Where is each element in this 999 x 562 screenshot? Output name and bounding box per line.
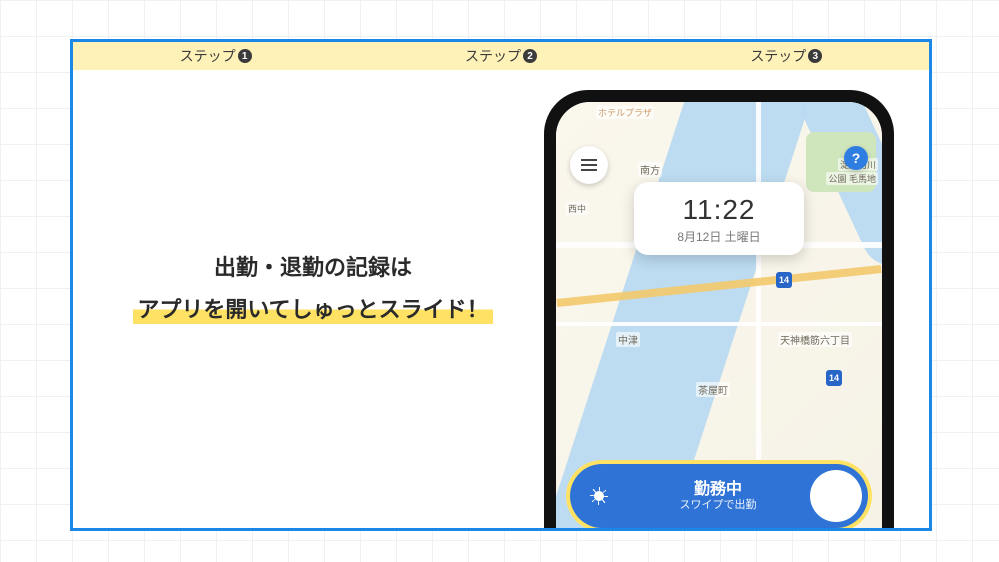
step-2-label: ステップ bbox=[465, 46, 521, 66]
phone-mockup: ホテルプラザ 南方 中津 茶屋町 天神橋筋六丁目 淀川河川 公園 毛馬地 大阪駅… bbox=[544, 90, 894, 531]
clock-in-slider[interactable]: 勤務中 スワイプで出勤 bbox=[570, 464, 868, 528]
step-bar: ステップ 1 ステップ 2 ステップ 3 bbox=[73, 42, 929, 70]
tutorial-frame: ステップ 1 ステップ 2 ステップ 3 出勤・退勤の記録は アプリを開いてしゅ… bbox=[70, 39, 932, 531]
help-button[interactable]: ? bbox=[844, 146, 868, 170]
clock-card: 11:22 8月12日 土曜日 bbox=[634, 182, 804, 255]
phone-screen: ホテルプラザ 南方 中津 茶屋町 天神橋筋六丁目 淀川河川 公園 毛馬地 大阪駅… bbox=[556, 102, 882, 531]
slider-subtitle: スワイプで出勤 bbox=[626, 499, 810, 512]
map-label-south: 南方 bbox=[638, 162, 662, 177]
map-label-hotel: ホテルプラザ bbox=[596, 106, 654, 119]
step-2-number: 2 bbox=[523, 49, 537, 63]
map-label-chayamachi: 茶屋町 bbox=[696, 382, 730, 397]
map-label-tenjin: 天神橋筋六丁目 bbox=[778, 332, 852, 347]
copy-line-2-highlighted: アプリを開いてしゅっとスライド！ bbox=[133, 292, 492, 324]
map-label-nishinaka: 西中 bbox=[566, 202, 588, 215]
sun-icon bbox=[590, 487, 608, 505]
step-3-number: 3 bbox=[808, 49, 822, 63]
clock-date: 8月12日 土曜日 bbox=[644, 228, 794, 245]
step-3-label: ステップ bbox=[750, 46, 806, 66]
map-label-park: 公園 毛馬地 bbox=[826, 172, 878, 185]
route-badge-14: 14 bbox=[826, 370, 842, 386]
content-area: 出勤・退勤の記録は アプリを開いてしゅっとスライド！ ホテルプラザ 南方 中津 … bbox=[73, 70, 929, 528]
map-label-nakatsu: 中津 bbox=[616, 332, 640, 347]
slider-knob[interactable] bbox=[810, 470, 862, 522]
step-1-number: 1 bbox=[238, 49, 252, 63]
copy-line-1: 出勤・退勤の記録は bbox=[113, 250, 513, 282]
step-2: ステップ 2 bbox=[358, 42, 643, 70]
route-badge-14: 14 bbox=[776, 272, 792, 288]
map-road bbox=[556, 322, 882, 326]
menu-button[interactable] bbox=[570, 146, 608, 184]
slider-text: 勤務中 スワイプで出勤 bbox=[626, 480, 810, 512]
marketing-copy: 出勤・退勤の記録は アプリを開いてしゅっとスライド！ bbox=[113, 250, 513, 324]
slider-title: 勤務中 bbox=[626, 480, 810, 499]
step-1: ステップ 1 bbox=[73, 42, 358, 70]
step-3: ステップ 3 bbox=[644, 42, 929, 70]
clock-time: 11:22 bbox=[644, 194, 794, 226]
step-1-label: ステップ bbox=[180, 46, 236, 66]
